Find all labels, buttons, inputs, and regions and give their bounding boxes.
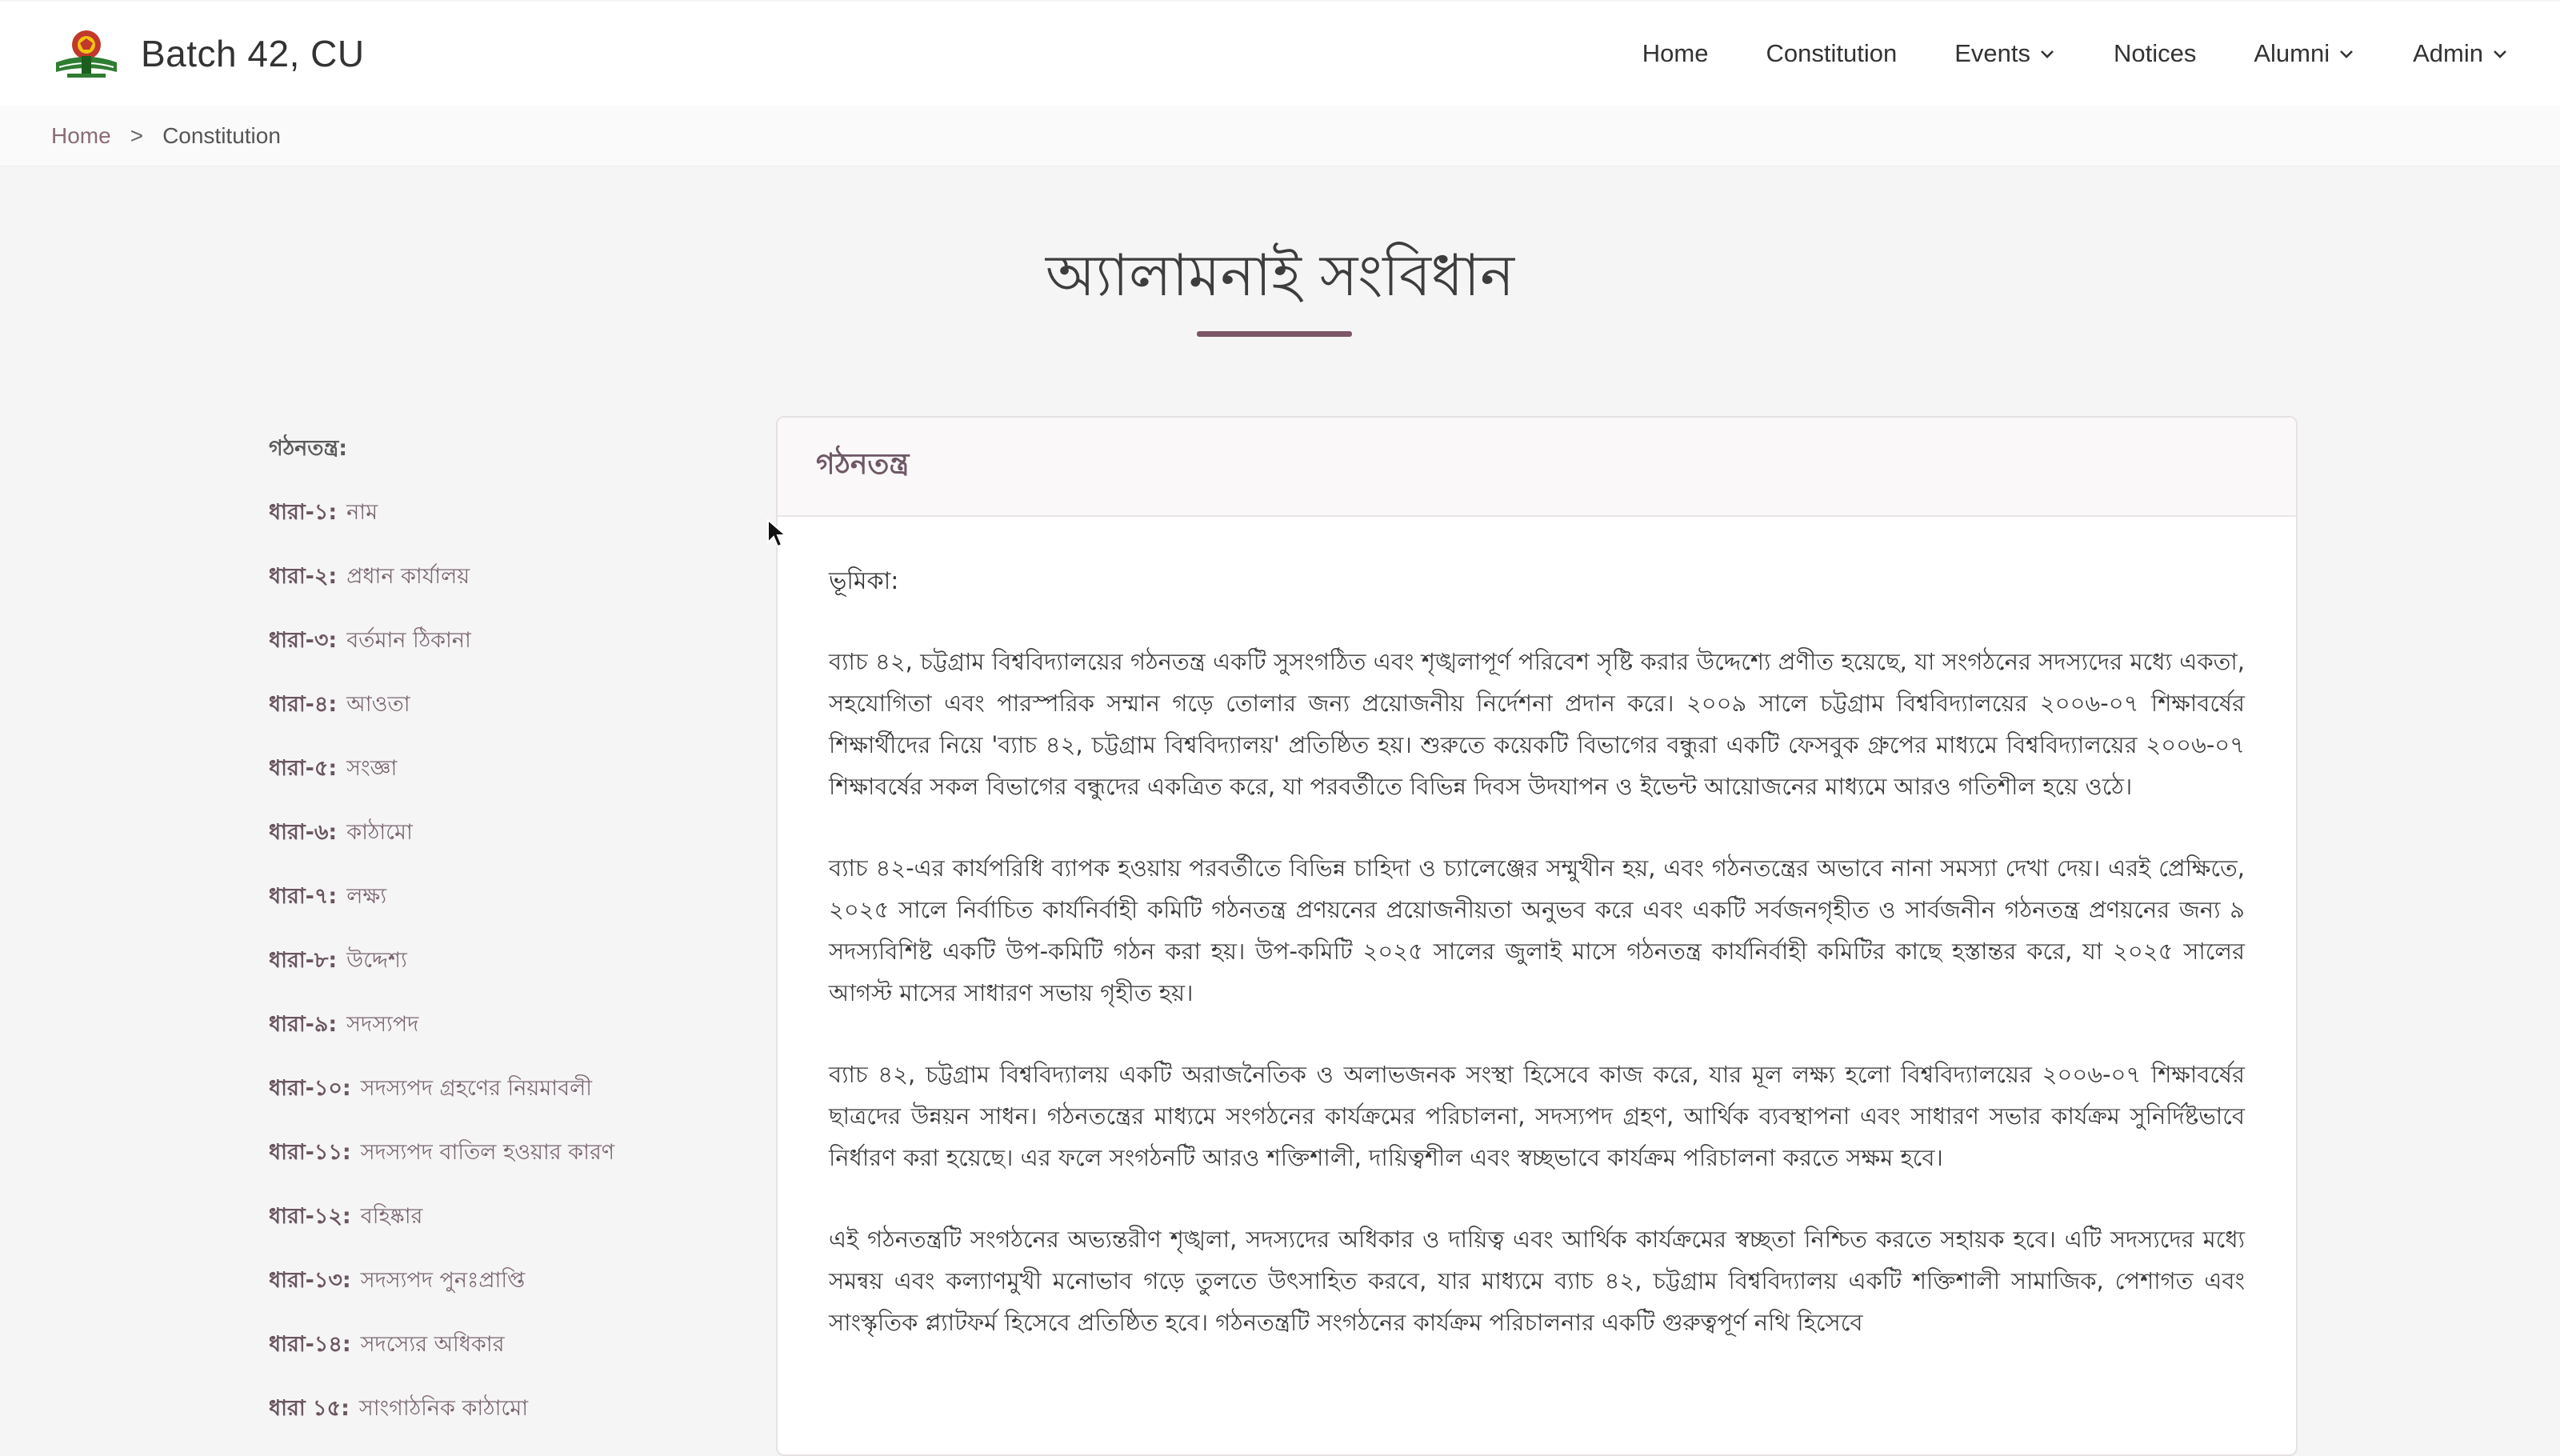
paragraph: ব্যাচ ৪২, চট্টগ্রাম বিশ্ববিদ্যালয়ের গঠন… <box>829 648 2245 800</box>
mouse-cursor-icon <box>767 518 787 548</box>
toc-item-label: উদ্দেশ্য <box>346 948 407 973</box>
nav-notices-label: Notices <box>2113 39 2197 67</box>
brand-title: Batch 42, CU <box>141 33 365 74</box>
toc-item-label: কাঠামো <box>346 820 413 845</box>
toc-item-section-12[interactable]: ধারা-১২: বহিষ্কার <box>269 1200 422 1236</box>
chevron-down-icon <box>2494 50 2506 58</box>
toc-item-section-14[interactable]: ধারা-১৪: সদস্যের অধিকার <box>269 1328 504 1364</box>
toc-item-section-1[interactable]: ধারা-১: নাম <box>269 496 378 532</box>
nav-home-label: Home <box>1642 39 1709 67</box>
chevron-down-icon <box>2340 50 2354 58</box>
batch-42-logo-icon <box>56 30 117 78</box>
toc-item-number: ধারা-১২: <box>269 1204 351 1229</box>
toc-item-label: বর্তমান ঠিকানা <box>346 628 471 653</box>
toc-item-label: সাংগাঠনিক কাঠামো <box>358 1396 529 1421</box>
toc-item-number: ধারা-১১: <box>269 1140 351 1165</box>
intro-heading: ভূমিকা: <box>829 567 899 595</box>
paragraph: ব্যাচ ৪২, চট্টগ্রাম বিশ্ববিদ্যালয় একটি … <box>829 1061 2245 1171</box>
toc-item-number: ধারা-৮: <box>269 948 338 973</box>
toc-item-label: সদস্যপদ বাতিল হওয়ার কারণ <box>360 1140 615 1165</box>
toc-item-label: সংজ্ঞা <box>346 756 398 781</box>
top-navbar: Batch 42, CU Home Constitution Events No… <box>0 2 2560 106</box>
nav-admin-label: Admin <box>2413 39 2483 67</box>
toc-item-section-11[interactable]: ধারা-১১: সদস্যপদ বাতিল হওয়ার কারণ <box>269 1136 614 1172</box>
toc-item-section-4[interactable]: ধারা-৪: আওতা <box>269 688 410 724</box>
toc-item-section-7[interactable]: ধারা-৭: লক্ষ্য <box>269 880 386 916</box>
toc-item-label: সদস্যের অধিকার <box>360 1332 505 1357</box>
nav-notices[interactable]: Notices <box>2114 39 2196 68</box>
nav-constitution[interactable]: Constitution <box>1766 39 1897 68</box>
toc-item-label: লক্ষ্য <box>346 884 387 909</box>
toc-item-number: ধারা-৪: <box>269 692 338 717</box>
toc-item-number: ধারা-৫: <box>269 756 338 781</box>
toc-item-section-8[interactable]: ধারা-৮: উদ্দেশ্য <box>269 944 407 980</box>
toc-item-label: প্রধান কার্যালয় <box>346 564 470 589</box>
card-header: গঠনতন্ত্র <box>778 418 2296 517</box>
toc-item-label: সদস্যপদ গ্রহণের নিয়মাবলী <box>360 1076 592 1101</box>
toc-item-section-9[interactable]: ধারা-৯: সদস্যপদ <box>269 1008 418 1044</box>
toc-item-number: ধারা-১: <box>269 500 338 525</box>
nav-admin-dropdown[interactable]: Admin <box>2413 39 2509 68</box>
breadcrumb-home-link[interactable]: Home <box>51 123 111 149</box>
toc-item-section-10[interactable]: ধারা-১০: সদস্যপদ গ্রহণের নিয়মাবলী <box>269 1072 592 1108</box>
toc-item-label: আওতা <box>346 692 410 717</box>
nav-alumni-label: Alumni <box>2254 39 2330 67</box>
nav-events-label: Events <box>1954 39 2030 67</box>
toc-item-number: ধারা-৭: <box>269 884 338 909</box>
nav-constitution-label: Constitution <box>1766 39 1898 67</box>
toc-item-number: ধারা-২: <box>269 564 338 589</box>
card-title: গঠনতন্ত্র <box>816 448 910 481</box>
breadcrumb: Home > Constitution <box>0 106 2560 166</box>
title-underline <box>1197 331 1352 337</box>
toc-item-label: সদস্যপদ <box>346 1012 419 1037</box>
nav-home[interactable]: Home <box>1642 39 1709 68</box>
toc-item-section-5[interactable]: ধারা-৫: সংজ্ঞা <box>269 752 397 788</box>
toc-sidebar: গঠনতন্ত্র: ধারা-১: নাম ধারা-২: প্রধান কার্… <box>269 416 714 1440</box>
toc-heading: গঠনতন্ত্র: <box>269 436 348 461</box>
toc-item-section-15[interactable]: ধারা ১৫: সাংগাঠনিক কাঠামো <box>269 1392 528 1428</box>
breadcrumb-separator: > <box>130 122 144 148</box>
toc-item-number: ধারা-৩: <box>269 628 338 653</box>
main-nav: Home Constitution Events Notices Alumni … <box>1642 2 2509 106</box>
toc-item-number: ধারা-১০: <box>269 1076 351 1101</box>
nav-events-dropdown[interactable]: Events <box>1954 39 2056 68</box>
breadcrumb-current: Constitution <box>162 122 281 148</box>
toc-item-label: নাম <box>346 500 378 525</box>
constitution-card: গঠনতন্ত্র ভূমিকা: ব্যাচ ৪২, চট্টগ্রাম বি… <box>776 416 2298 1456</box>
paragraph: এই গঠনতন্ত্রটি সংগঠনের অভ্যন্তরীণ শৃঙ্খল… <box>829 1226 2245 1336</box>
paragraph: ব্যাচ ৪২-এর কার্যপরিধি ব্যাপক হওয়ায় পর… <box>829 854 2245 1006</box>
toc-item-number: ধারা-১৪: <box>269 1332 351 1357</box>
toc-item-number: ধারা ১৫: <box>269 1396 350 1421</box>
toc-item-section-3[interactable]: ধারা-৩: বর্তমান ঠিকানা <box>269 624 471 660</box>
toc-item-number: ধারা-১৩: <box>269 1268 351 1293</box>
toc-item-number: ধারা-৯: <box>269 1012 338 1037</box>
toc-item-section-2[interactable]: ধারা-২: প্রধান কার্যালয় <box>269 560 470 596</box>
toc-item-label: বহিষ্কার <box>360 1204 423 1229</box>
brand[interactable]: Batch 42, CU <box>51 27 365 80</box>
toc-item-section-6[interactable]: ধারা-৬: কাঠামো <box>269 816 413 852</box>
page-title: অ্যালামনাই সংবিধান <box>1045 242 1515 309</box>
nav-alumni-dropdown[interactable]: Alumni <box>2254 39 2355 68</box>
toc-item-number: ধারা-৬: <box>269 820 338 845</box>
card-body: ভূমিকা: ব্যাচ ৪২, চট্টগ্রাম বিশ্ববিদ্যাল… <box>778 517 2296 1343</box>
chevron-down-icon <box>2041 50 2054 58</box>
toc-item-label: সদস্যপদ পুনঃপ্রাপ্তি <box>360 1268 526 1293</box>
toc-item-section-13[interactable]: ধারা-১৩: সদস্যপদ পুনঃপ্রাপ্তি <box>269 1264 525 1300</box>
